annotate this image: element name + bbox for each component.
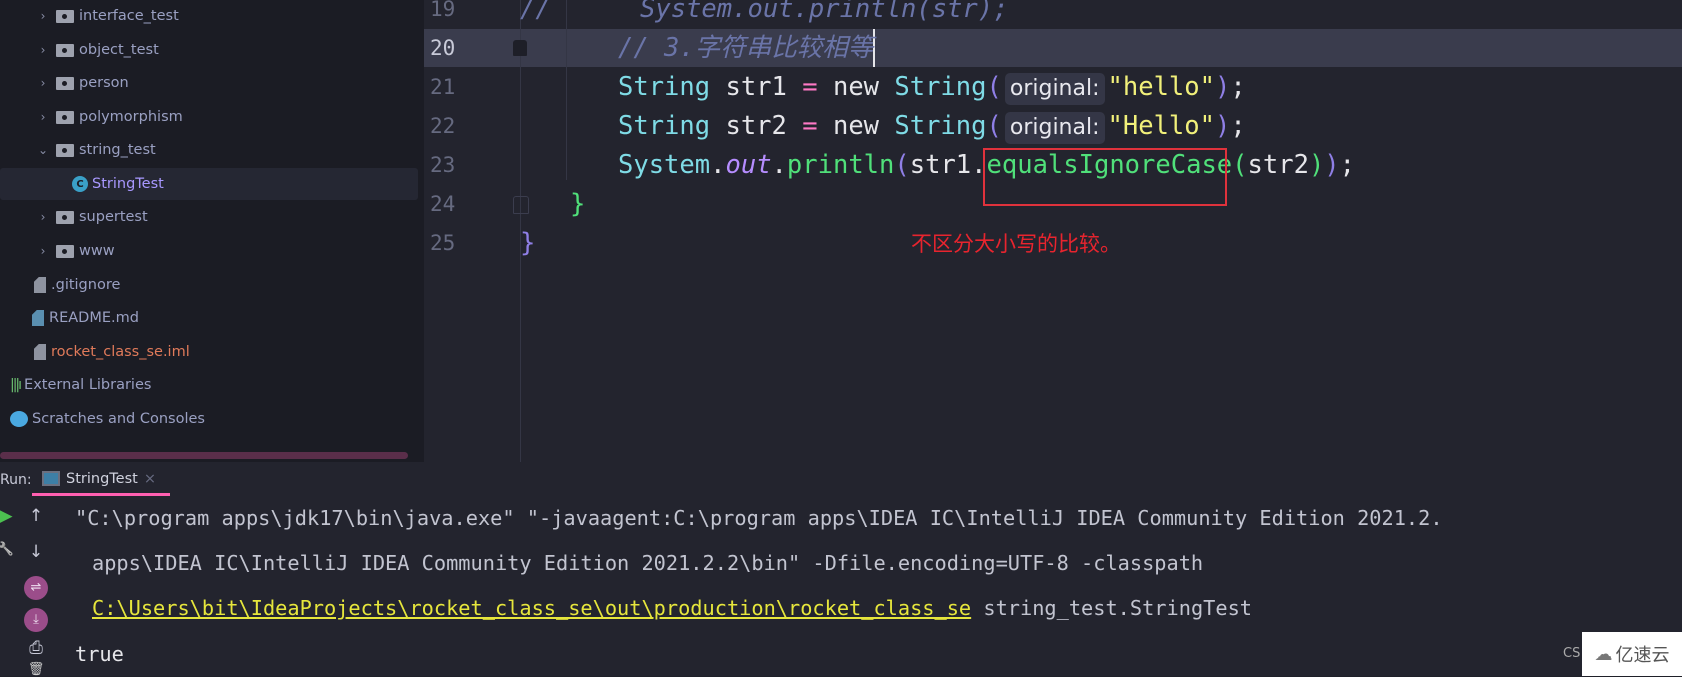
line-number: 24 — [430, 192, 456, 216]
arrow-down-icon[interactable]: ↓ — [26, 542, 46, 562]
rerun-icon[interactable]: ▶ — [0, 506, 16, 526]
tree-item-label: Scratches and Consoles — [32, 411, 205, 427]
iml-file-icon — [34, 344, 46, 360]
tree-item-www[interactable]: › www — [36, 235, 115, 267]
tree-item-person[interactable]: › person — [36, 67, 129, 99]
annotation-text: 不区分大小写的比较。 — [911, 232, 1121, 256]
markdown-file-icon — [32, 310, 44, 326]
trash-icon[interactable]: 🗑 — [26, 662, 46, 677]
tree-item-label: polymorphism — [79, 109, 183, 125]
tab-label: StringTest — [66, 470, 138, 487]
folder-icon — [56, 110, 74, 124]
tree-item-object-test[interactable]: › object_test — [36, 34, 159, 66]
tree-item-label: string_test — [79, 142, 156, 158]
folder-icon — [56, 76, 74, 90]
chevron-right-icon[interactable]: › — [36, 43, 50, 57]
folder-icon — [56, 210, 74, 224]
console-output: true — [75, 642, 124, 666]
line-number: 21 — [430, 75, 456, 99]
horizontal-scrollbar[interactable] — [0, 452, 408, 459]
parameter-hint: original: — [1004, 112, 1105, 144]
line-number: 20 — [430, 36, 456, 60]
tree-item-gitignore[interactable]: .gitignore — [34, 269, 120, 301]
tree-item-external-libraries[interactable]: |||ı External Libraries — [10, 369, 151, 401]
code-line-21: String str1 = new String(original: "hello… — [618, 68, 1246, 106]
console-icon — [42, 471, 60, 486]
cloud-icon: ☁ — [1594, 643, 1613, 665]
wrench-icon[interactable]: 🔧 — [0, 542, 16, 557]
tab-stringtest[interactable]: StringTest × — [32, 464, 170, 496]
scroll-to-end-icon[interactable]: ⤓ — [24, 608, 48, 632]
tree-item-label: interface_test — [79, 8, 179, 24]
highlight-box — [983, 148, 1227, 206]
scratches-icon — [10, 411, 28, 427]
tree-item-label: StringTest — [92, 176, 164, 192]
line-number: 25 — [430, 231, 456, 255]
tree-item-stringtest[interactable]: C StringTest — [0, 168, 418, 200]
watermark-text: 亿速云 — [1615, 645, 1670, 666]
folder-icon — [56, 244, 74, 258]
chevron-down-icon[interactable]: ⌄ — [36, 143, 50, 157]
indent-guide — [566, 0, 567, 180]
print-icon[interactable]: ⎙ — [26, 638, 46, 658]
tree-item-label: External Libraries — [24, 377, 152, 393]
tree-item-interface-test[interactable]: › interface_test — [36, 0, 179, 32]
close-icon[interactable]: × — [144, 471, 156, 487]
code-line-22: String str2 = new String(original: "Hello… — [618, 107, 1246, 145]
watermark-prefix: CS — [1563, 646, 1581, 661]
tree-item-string-test[interactable]: ⌄ string_test — [36, 134, 156, 166]
console-line: "C:\program apps\jdk17\bin\java.exe" "-j… — [75, 506, 1443, 530]
chevron-right-icon[interactable]: › — [36, 76, 50, 90]
code-line-20: // 3.字符串比较相等 — [618, 29, 876, 67]
tree-item-label: object_test — [79, 42, 159, 58]
code-line-19-prefix: // — [520, 0, 551, 24]
tree-item-readme[interactable]: README.md — [32, 302, 139, 334]
code-line-19: System.out.println(str); — [640, 0, 1009, 24]
parameter-hint: original: — [1004, 73, 1105, 105]
tree-item-polymorphism[interactable]: › polymorphism — [36, 101, 183, 133]
current-line-highlight — [424, 29, 1682, 67]
tree-item-label: README.md — [49, 310, 139, 326]
classpath-link[interactable]: C:\Users\bit\IdeaProjects\rocket_class_s… — [92, 596, 971, 620]
tree-item-label: person — [79, 75, 129, 91]
arrow-up-icon[interactable]: ↑ — [26, 506, 46, 526]
tree-item-label: .gitignore — [51, 277, 121, 293]
chevron-right-icon[interactable]: › — [36, 210, 50, 224]
gitignore-file-icon — [34, 277, 46, 293]
project-tree: › interface_test › object_test › person › po… — [0, 0, 424, 462]
tree-item-iml[interactable]: rocket_class_se.iml — [34, 336, 190, 368]
line-number: 19 — [430, 0, 456, 21]
java-class-icon: C — [72, 176, 88, 192]
tree-item-label: supertest — [79, 209, 148, 225]
folder-icon — [56, 9, 74, 23]
fold-icon[interactable] — [513, 40, 527, 56]
tree-item-label: rocket_class_se.iml — [51, 344, 190, 360]
folder-icon — [56, 143, 74, 157]
line-number: 22 — [430, 114, 456, 138]
code-line-25: } — [520, 228, 536, 258]
libraries-icon: |||ı — [10, 377, 22, 393]
line-number: 23 — [430, 153, 456, 177]
run-label: Run: — [0, 472, 32, 488]
watermark-logo: ☁ 亿速云 — [1582, 632, 1682, 676]
console-line: apps\IDEA IC\IntelliJ IDEA Community Edi… — [92, 551, 1204, 575]
fold-end-icon[interactable] — [513, 196, 529, 214]
chevron-right-icon[interactable]: › — [36, 244, 50, 258]
run-panel: Run: StringTest × ▶ ↑ ↓ 🔧 ⇌ ⤓ ⎙ 🗑 "C:\pro… — [0, 462, 1682, 677]
chevron-right-icon[interactable]: › — [36, 9, 50, 23]
folder-icon — [56, 43, 74, 57]
soft-wrap-icon[interactable]: ⇌ — [24, 576, 48, 600]
chevron-right-icon[interactable]: › — [36, 110, 50, 124]
tree-item-scratches[interactable]: Scratches and Consoles — [10, 403, 205, 435]
code-line-24: } — [570, 189, 586, 219]
tree-item-supertest[interactable]: › supertest — [36, 201, 148, 233]
tree-item-label: www — [79, 243, 115, 259]
console-line: C:\Users\bit\IdeaProjects\rocket_class_s… — [92, 596, 1252, 620]
